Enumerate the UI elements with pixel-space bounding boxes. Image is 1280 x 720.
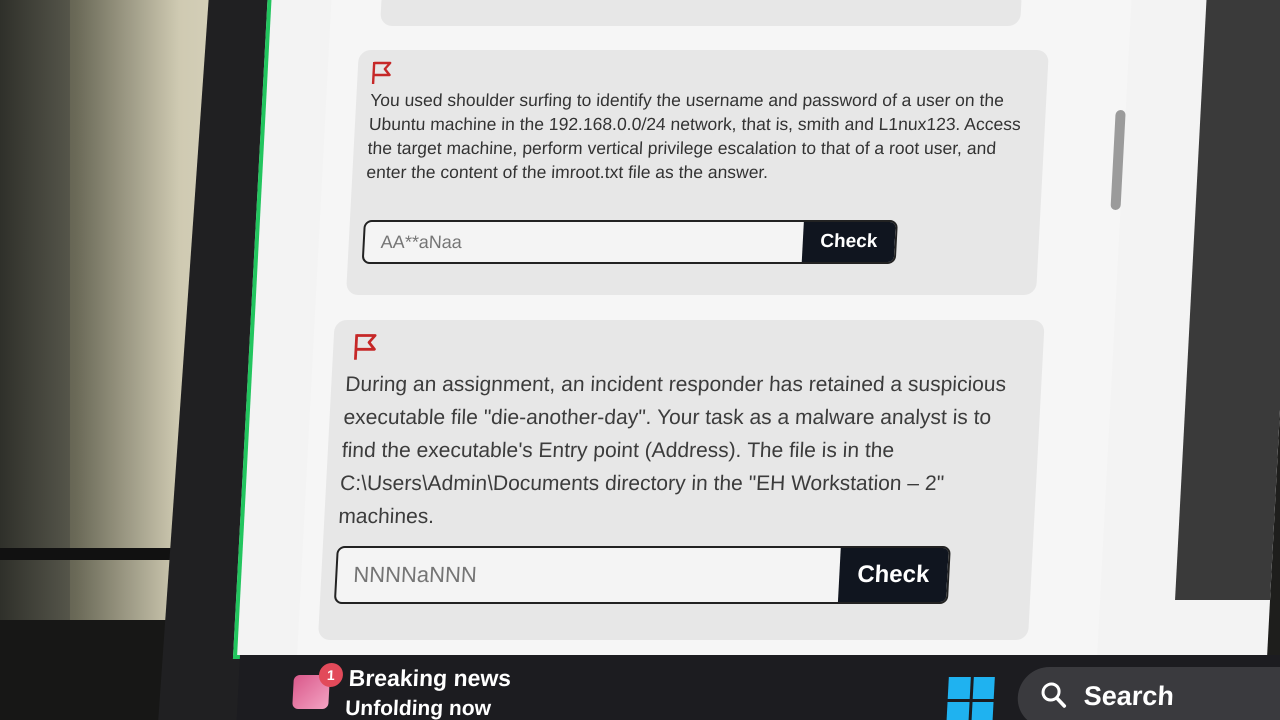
answer-row: Check: [361, 220, 898, 264]
flag-icon[interactable]: [369, 60, 394, 86]
check-button[interactable]: Check: [837, 548, 949, 602]
previous-question-card: [380, 0, 1023, 26]
search-icon: [1041, 682, 1067, 708]
news-widget-subtitle[interactable]: Unfolding now: [345, 697, 492, 720]
question-text: During an assignment, an incident respon…: [337, 373, 1007, 528]
notification-badge: 1: [318, 663, 344, 687]
search-label: Search: [1083, 681, 1175, 711]
scrollbar-thumb[interactable]: [1110, 110, 1126, 210]
monitor-screen: You used shoulder surfing to identify th…: [232, 0, 1280, 659]
flag-icon[interactable]: [351, 332, 381, 362]
photo-scene: You used shoulder surfing to identify th…: [0, 0, 1280, 720]
question-page: You used shoulder surfing to identify th…: [297, 0, 1133, 655]
news-widget-title[interactable]: Breaking news: [348, 665, 512, 692]
screen-right-region: [1175, 0, 1280, 600]
question-card-2: During an assignment, an incident respon…: [317, 320, 1045, 640]
taskbar-search[interactable]: Search: [1016, 667, 1280, 720]
check-button[interactable]: Check: [801, 222, 896, 262]
answer-row: Check: [333, 546, 951, 604]
taskbar: 1 Breaking news Unfolding now Search: [235, 655, 1280, 720]
question-card-1: You used shoulder surfing to identify th…: [346, 50, 1049, 295]
answer-input[interactable]: [335, 548, 841, 602]
answer-input[interactable]: [363, 222, 804, 262]
question-text: You used shoulder surfing to identify th…: [365, 90, 1022, 182]
windows-start-icon[interactable]: [946, 677, 995, 720]
scrollbar[interactable]: [1110, 110, 1127, 210]
